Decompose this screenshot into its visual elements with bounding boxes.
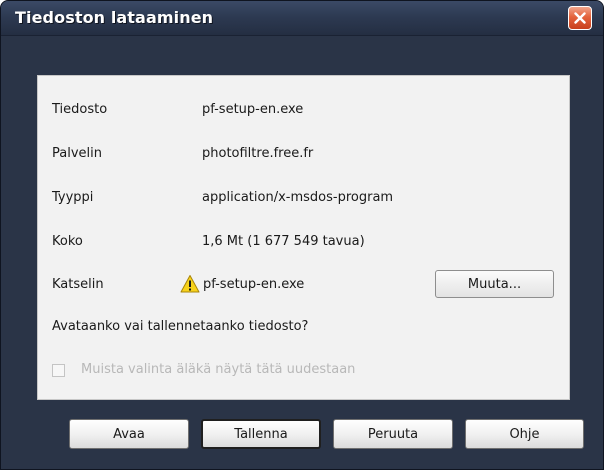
open-or-save-question: Avataanko vai tallennetaanko tiedosto? [52, 319, 309, 334]
remember-label: Muista valinta äläkä näytä tätä uudestaa… [81, 362, 356, 377]
help-button[interactable]: Ohje [465, 419, 584, 449]
server-value: photofiltre.free.fr [202, 146, 314, 161]
change-button[interactable]: Muuta... [435, 270, 554, 298]
remember-checkbox [52, 364, 65, 377]
viewer-label: Katselin [52, 277, 104, 292]
close-button[interactable] [568, 6, 592, 30]
file-value: pf-setup-en.exe [202, 102, 304, 117]
size-value: 1,6 Mt (1 677 549 tavua) [202, 234, 365, 249]
viewer-value: pf-setup-en.exe [203, 277, 305, 292]
file-info-panel: Tiedosto pf-setup-en.exe Palvelin photof… [37, 75, 570, 400]
close-icon [574, 12, 586, 24]
cancel-button[interactable]: Peruuta [333, 419, 453, 449]
warning-icon [180, 275, 200, 293]
title-bar[interactable]: Tiedoston lataaminen [1, 1, 603, 36]
dialog-title: Tiedoston lataaminen [15, 8, 214, 27]
download-dialog: Tiedoston lataaminen Tiedosto pf-setup-e… [0, 0, 604, 470]
type-value: application/x-msdos-program [202, 190, 394, 205]
server-label: Palvelin [52, 146, 102, 161]
type-label: Tyyppi [52, 190, 94, 205]
save-button[interactable]: Tallenna [201, 419, 321, 449]
open-button[interactable]: Avaa [69, 419, 189, 449]
file-label: Tiedosto [52, 102, 108, 117]
size-label: Koko [52, 234, 83, 249]
